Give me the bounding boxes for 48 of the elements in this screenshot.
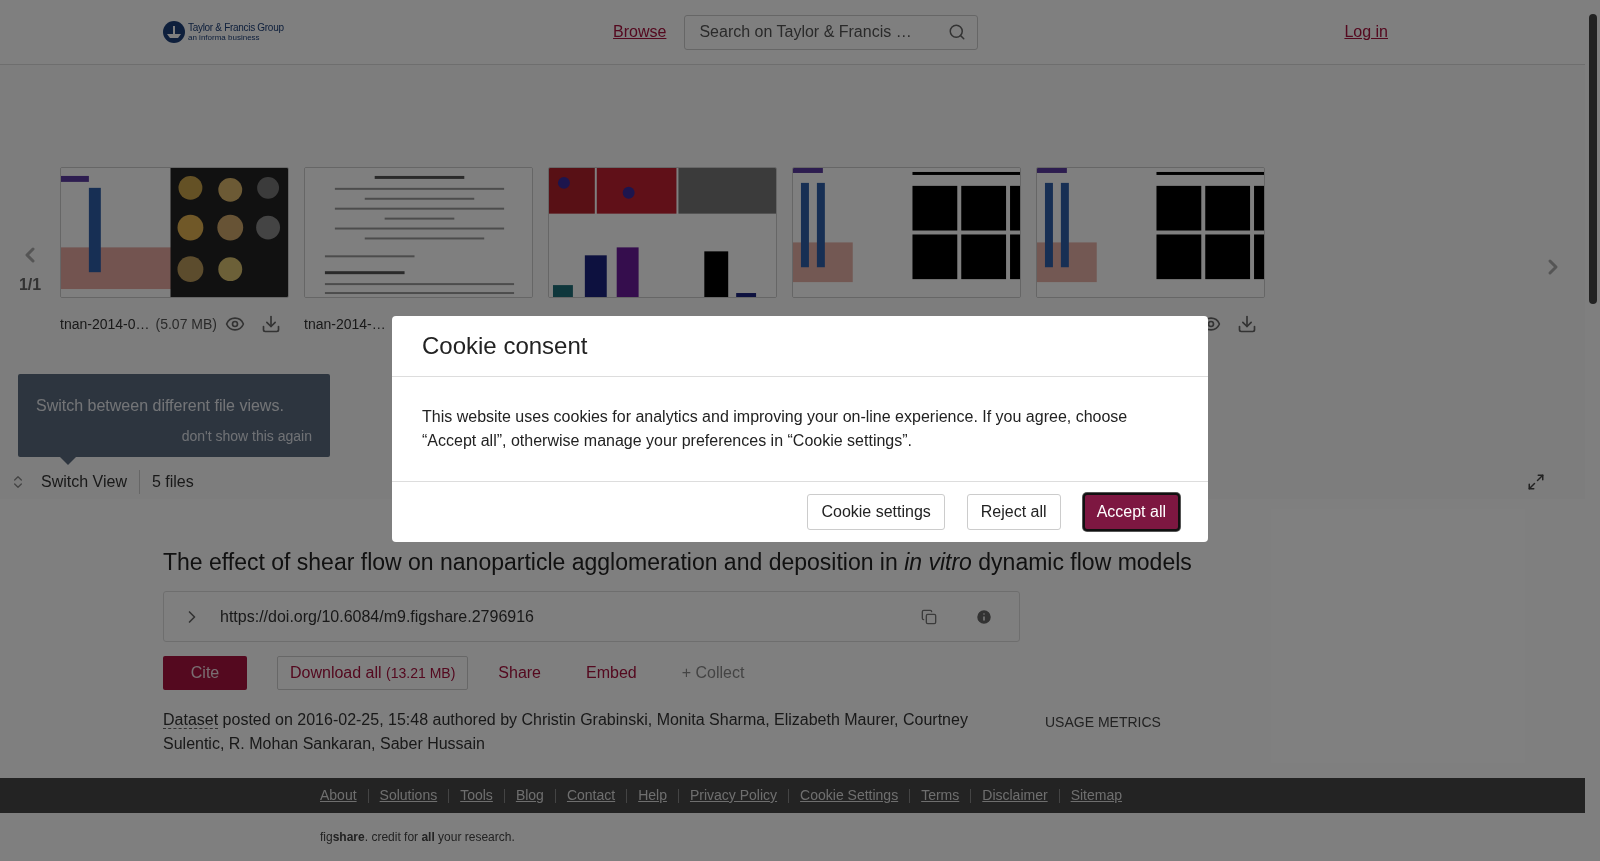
file-name[interactable]: tnan-2014-0…	[60, 313, 150, 335]
footer-link[interactable]: Terms	[921, 785, 960, 806]
logo-title: Taylor & Francis Group	[188, 22, 284, 33]
login-link[interactable]: Log in	[1344, 20, 1388, 44]
dismiss-tooltip-link[interactable]: don't show this again	[181, 426, 312, 447]
logo[interactable]: Taylor & Francis Group an informa business	[163, 21, 284, 43]
footer-link[interactable]: Contact	[566, 785, 616, 806]
search-field[interactable]: Search on Taylor & Francis …	[684, 14, 979, 50]
action-link[interactable]: Embed	[571, 656, 652, 690]
footer-tagline: figshare. credit for all your research.	[320, 829, 515, 846]
logo-subtitle: an informa business	[188, 33, 260, 42]
file-count: 5 files	[151, 472, 194, 492]
footer-link[interactable]: Help	[638, 785, 667, 806]
doi-link[interactable]: https://doi.org/10.6084/m9.figshare.2796916	[220, 604, 534, 629]
file-name[interactable]: tnan-2014-…	[304, 313, 386, 335]
download-icon[interactable]	[1237, 314, 1257, 334]
usage-metrics-heading: USAGE METRICS	[1045, 713, 1161, 732]
footer-link[interactable]: Solutions	[379, 785, 438, 806]
cite-button[interactable]: Cite	[163, 656, 247, 690]
action-link[interactable]: Share	[483, 656, 556, 690]
browse-link[interactable]: Browse	[613, 20, 667, 44]
globe-ship-icon	[163, 21, 185, 43]
search-icon[interactable]	[948, 22, 967, 41]
footer-link[interactable]: Cookie Settings	[800, 785, 899, 806]
footer-link[interactable]: Disclaimer	[982, 785, 1048, 806]
copy-icon[interactable]	[921, 608, 937, 625]
dialog-message: This website uses cookies for analytics and improving your on-line experience. If you agree, choose “Accept all”, otherwise manage your preferences in “Cookie settings”.	[422, 407, 1129, 451]
download-all-button[interactable]: Download all (13.21 MB)	[277, 656, 469, 690]
info-icon[interactable]	[975, 607, 993, 626]
fullscreen-icon[interactable]	[1527, 473, 1545, 491]
footer-link[interactable]: About	[320, 785, 357, 806]
dialog-button[interactable]: Reject all	[966, 494, 1061, 530]
file-size: (5.07 MB)	[155, 314, 217, 334]
posted-info: Dataset posted on 2016-02-25, 15:48 authored by Christin Grabinski, Monita Sharma, Elizabeth Maurer, Courtney Sulentic, R. Mohan Sankaran, Saber Hussain	[163, 710, 969, 754]
tooltip-text: Switch between different file views.	[36, 396, 285, 416]
page-indicator: 1/1	[18, 275, 42, 295]
switch-view-button[interactable]: Switch View	[41, 470, 140, 494]
footer-link[interactable]: Tools	[460, 785, 493, 806]
collect-link[interactable]: + Collect	[666, 656, 760, 690]
footer-link[interactable]: Sitemap	[1070, 785, 1122, 806]
footer-link[interactable]: Blog	[515, 785, 544, 806]
dialog-title: Cookie consent	[422, 331, 588, 361]
dataset-link[interactable]: Dataset	[163, 711, 219, 729]
download-icon[interactable]	[261, 314, 281, 334]
article-title: The effect of shear flow on nanoparticle agglomeration and deposition in in vitro dynamic flow models	[163, 548, 1193, 577]
accept-button[interactable]: Accept all	[1082, 493, 1180, 531]
footer-link[interactable]: Privacy Policy	[689, 785, 778, 806]
dialog-button[interactable]: Cookie settings	[807, 494, 945, 530]
